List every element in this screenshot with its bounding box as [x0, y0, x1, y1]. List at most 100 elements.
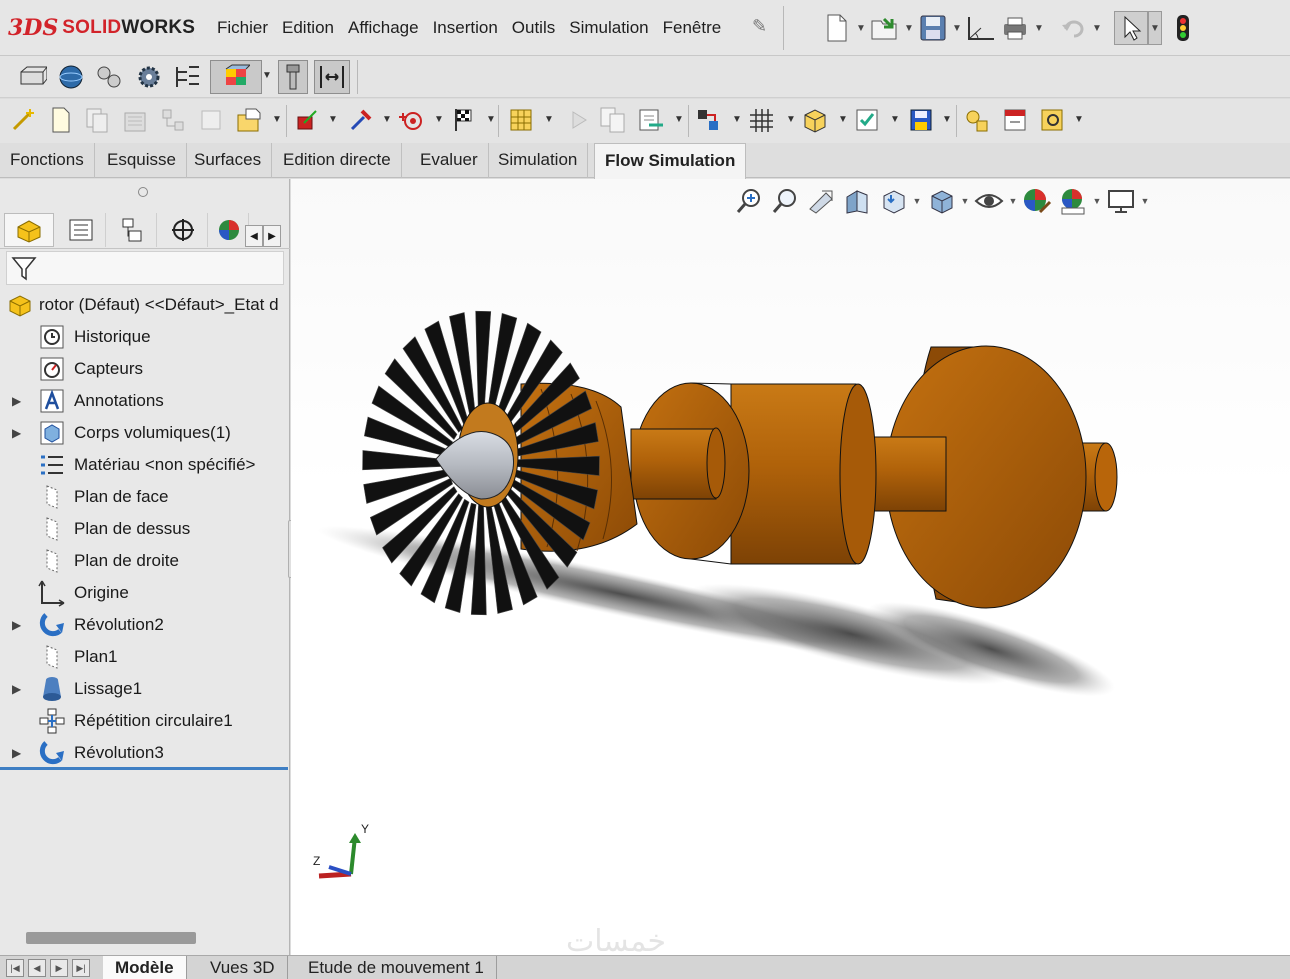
point-goal-icon[interactable] [396, 105, 426, 135]
expand-arrow-icon[interactable]: ▶ [12, 394, 21, 408]
feature-manager-tab-icon[interactable] [4, 213, 54, 247]
tab-etude-de-mouvement[interactable]: Etude de mouvement 1 [296, 956, 497, 979]
tree-item-materiau[interactable]: Matériau <non spécifié> [0, 449, 290, 481]
tree-root-rotor[interactable]: rotor (Défaut) <<Défaut>_Etat d [0, 289, 290, 321]
tab-modele[interactable]: Modèle [103, 956, 187, 979]
menu-affichage[interactable]: Affichage [348, 18, 419, 38]
magic-wand-icon[interactable] [8, 105, 38, 135]
property-manager-tab-icon[interactable] [56, 213, 106, 247]
batch-run-icon[interactable] [598, 105, 628, 135]
rollback-bar[interactable] [0, 767, 288, 770]
tree-item-plan1[interactable]: Plan1 [0, 641, 290, 673]
tree-filter[interactable] [6, 251, 284, 285]
fan-dropdown-icon[interactable]: ▼ [382, 114, 392, 125]
tree-item-repetition-circulaire1[interactable]: Répétition circulaire1 [0, 705, 290, 737]
point-goal-dropdown-icon[interactable]: ▼ [434, 114, 444, 125]
tree-item-origine[interactable]: Origine [0, 577, 290, 609]
dimxpert-tab-icon[interactable] [158, 213, 208, 247]
checklist-icon[interactable] [852, 105, 882, 135]
fastener-icon[interactable] [278, 60, 308, 94]
solidworks-logo[interactable]: 3DS SOLIDWORKS [8, 14, 195, 42]
panel-grip[interactable] [138, 187, 148, 197]
mesh-icon[interactable] [506, 105, 536, 135]
configuration-manager-tab-icon[interactable] [107, 213, 157, 247]
tab-evaluer[interactable]: Evaluer [410, 143, 489, 178]
general-settings-icon[interactable] [120, 105, 150, 135]
expand-arrow-icon[interactable]: ▶ [12, 682, 21, 696]
panel-horizontal-scrollbar[interactable] [26, 932, 196, 944]
bearing-icon[interactable] [94, 62, 124, 92]
scroll-right-icon[interactable]: ▶ [263, 225, 281, 247]
scroll-left-icon[interactable]: ◀ [245, 225, 263, 247]
feature-tree-icon[interactable] [172, 62, 202, 92]
mesh-dropdown-icon[interactable]: ▼ [544, 114, 554, 125]
clone-project-icon[interactable] [82, 105, 112, 135]
save-dropdown-icon[interactable]: ▼ [950, 23, 964, 34]
menu-insertion[interactable]: Insertion [433, 18, 498, 38]
transfer-icon[interactable] [694, 105, 724, 135]
help-dropdown-icon[interactable]: ▼ [1074, 114, 1084, 125]
next-tab-icon[interactable]: ▶ [50, 959, 68, 977]
open-document-icon[interactable] [868, 11, 902, 45]
computational-domain-icon[interactable] [196, 105, 226, 135]
grid-icon[interactable] [746, 105, 776, 135]
export-icon[interactable] [1000, 105, 1030, 135]
results-icon[interactable] [636, 105, 666, 135]
help-icon[interactable] [1038, 105, 1068, 135]
component-control-icon[interactable] [158, 105, 188, 135]
extrude-icon[interactable] [18, 62, 48, 92]
cube-dropdown-icon[interactable]: ▼ [838, 114, 848, 125]
menu-simulation[interactable]: Simulation [569, 18, 648, 38]
tree-item-revolution2[interactable]: ▶ Révolution2 [0, 609, 290, 641]
tab-vues-3d[interactable]: Vues 3D [198, 956, 288, 979]
play-icon[interactable] [564, 105, 594, 135]
menu-fichier[interactable]: Fichier [217, 18, 268, 38]
checklist-dropdown-icon[interactable]: ▼ [890, 114, 900, 125]
rotor-3d-model[interactable]: Y Z [291, 179, 1290, 955]
save-results-icon[interactable] [906, 105, 936, 135]
dimension-icon[interactable] [314, 60, 350, 94]
flow-simulation-icon[interactable] [210, 60, 262, 94]
tools-icon[interactable] [962, 105, 992, 135]
graphics-area[interactable]: ▼ ▼ ▼ ▼ ▼ Y Z خمسات [291, 179, 1290, 955]
rebuild-traffic-light-icon[interactable] [1166, 11, 1200, 45]
goals-dropdown-icon[interactable]: ▼ [328, 114, 338, 125]
expand-arrow-icon[interactable]: ▶ [12, 426, 21, 440]
save-icon[interactable] [916, 11, 950, 45]
expand-arrow-icon[interactable]: ▶ [12, 746, 21, 760]
run-dropdown-icon[interactable]: ▼ [486, 114, 496, 125]
tab-flow-simulation[interactable]: Flow Simulation [594, 143, 747, 179]
grid-dropdown-icon[interactable]: ▼ [786, 114, 796, 125]
menu-outils[interactable]: Outils [512, 18, 555, 38]
goals-icon[interactable] [292, 105, 322, 135]
tree-item-annotations[interactable]: ▶ Annotations [0, 385, 290, 417]
gear-icon[interactable] [134, 62, 164, 92]
new-document-icon[interactable] [820, 11, 854, 45]
flow-dropdown-icon[interactable]: ▼ [262, 70, 272, 81]
tree-item-corps-volumiques[interactable]: ▶ Corps volumiques(1) [0, 417, 290, 449]
tree-item-historique[interactable]: Historique [0, 321, 290, 353]
first-tab-icon[interactable]: |◀ [6, 959, 24, 977]
transfer-dropdown-icon[interactable]: ▼ [732, 114, 742, 125]
save-results-dropdown-icon[interactable]: ▼ [942, 114, 952, 125]
tree-item-lissage1[interactable]: ▶ Lissage1 [0, 673, 290, 705]
tree-item-plan-de-face[interactable]: Plan de face [0, 481, 290, 513]
boundary-dropdown-icon[interactable]: ▼ [272, 114, 282, 125]
tab-fonctions[interactable]: Fonctions [0, 143, 95, 178]
drawing-from-part-icon[interactable] [964, 11, 998, 45]
cube-icon[interactable] [800, 105, 830, 135]
tab-esquisse[interactable]: Esquisse [97, 143, 187, 178]
sphere-icon[interactable] [56, 62, 86, 92]
menu-edition[interactable]: Edition [282, 18, 334, 38]
tab-edition-directe[interactable]: Edition directe [273, 143, 402, 178]
tree-item-capteurs[interactable]: Capteurs [0, 353, 290, 385]
boundary-condition-icon[interactable] [234, 105, 264, 135]
results-dropdown-icon[interactable]: ▼ [674, 114, 684, 125]
tree-item-revolution3[interactable]: ▶ Révolution3 [0, 737, 290, 769]
last-tab-icon[interactable]: ▶| [72, 959, 90, 977]
tab-simulation[interactable]: Simulation [488, 143, 589, 178]
display-manager-tab-icon[interactable] [209, 213, 249, 247]
tree-item-plan-de-droite[interactable]: Plan de droite [0, 545, 290, 577]
undo-dropdown-icon[interactable]: ▼ [1090, 23, 1104, 34]
filter-funnel-icon[interactable] [10, 254, 38, 282]
